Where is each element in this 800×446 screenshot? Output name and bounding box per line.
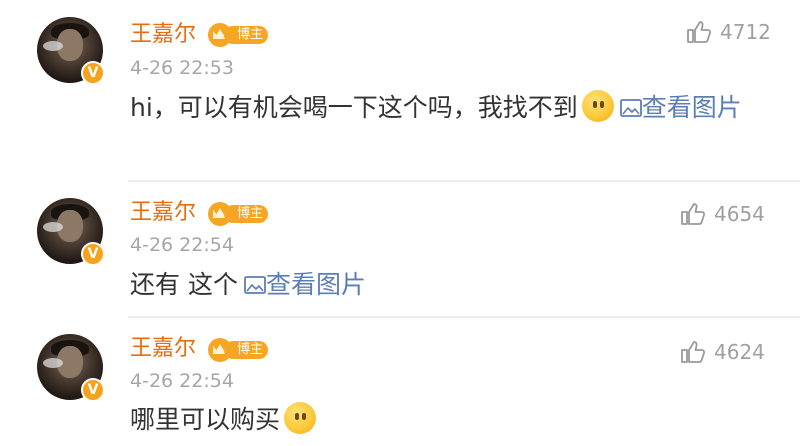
picture-icon bbox=[244, 276, 266, 294]
view-image-label: 查看图片 bbox=[265, 270, 366, 299]
comment-item: V 王嘉尔 博主 4-26 22:54 4624 哪里可以购买 bbox=[0, 318, 800, 446]
timestamp: 4-26 22:53 bbox=[130, 57, 234, 79]
avatar[interactable]: V bbox=[37, 334, 105, 402]
blogger-badge: 博主 bbox=[208, 202, 268, 226]
like-count: 4624 bbox=[714, 340, 765, 364]
comment-body: 还有 这个 bbox=[130, 270, 238, 299]
thumbs-up-icon bbox=[681, 203, 706, 225]
thumbs-up-icon bbox=[687, 21, 712, 43]
username[interactable]: 王嘉尔 bbox=[130, 22, 196, 48]
thumbs-up-icon bbox=[681, 341, 706, 363]
username[interactable]: 王嘉尔 bbox=[130, 200, 196, 226]
like-count: 4712 bbox=[720, 20, 771, 44]
verified-v-icon: V bbox=[81, 61, 105, 85]
timestamp: 4-26 22:54 bbox=[130, 370, 234, 392]
comment-text: hi，可以有机会喝一下这个吗，我找不到 查看图片 bbox=[130, 88, 780, 127]
avatar-smoke bbox=[43, 358, 63, 368]
comment-text: 还有 这个 查看图片 bbox=[130, 265, 780, 304]
blogger-badge: 博主 bbox=[208, 23, 268, 47]
like-count: 4654 bbox=[714, 202, 765, 226]
timestamp: 4-26 22:54 bbox=[130, 234, 234, 256]
comment-item: V 王嘉尔 博主 4-26 22:53 4712 hi，可以有机会喝一下这个吗，… bbox=[0, 0, 800, 180]
badge-label: 博主 bbox=[224, 26, 268, 44]
verified-v-icon: V bbox=[81, 378, 105, 402]
avatar[interactable]: V bbox=[37, 198, 105, 266]
badge-label: 博主 bbox=[224, 341, 268, 359]
comment-text: 哪里可以购买 bbox=[130, 400, 780, 439]
avatar[interactable]: V bbox=[37, 17, 105, 85]
smile-face-emoji bbox=[581, 90, 614, 122]
smile-face-emoji bbox=[284, 402, 317, 434]
avatar-smoke bbox=[43, 41, 63, 51]
picture-icon bbox=[619, 99, 642, 117]
avatar-smoke bbox=[43, 222, 63, 232]
badge-label: 博主 bbox=[224, 205, 268, 223]
username[interactable]: 王嘉尔 bbox=[130, 336, 196, 362]
verified-v-icon: V bbox=[81, 242, 105, 266]
comment-body: hi，可以有机会喝一下这个吗，我找不到 bbox=[130, 93, 578, 122]
blogger-badge: 博主 bbox=[208, 338, 268, 362]
view-image-label: 查看图片 bbox=[641, 93, 742, 122]
view-image-link[interactable]: 查看图片 bbox=[614, 93, 742, 122]
view-image-link[interactable]: 查看图片 bbox=[238, 270, 366, 299]
comment-item: V 王嘉尔 博主 4-26 22:54 4654 还有 这个 查看图片 bbox=[0, 182, 800, 316]
comment-body: 哪里可以购买 bbox=[130, 405, 281, 434]
